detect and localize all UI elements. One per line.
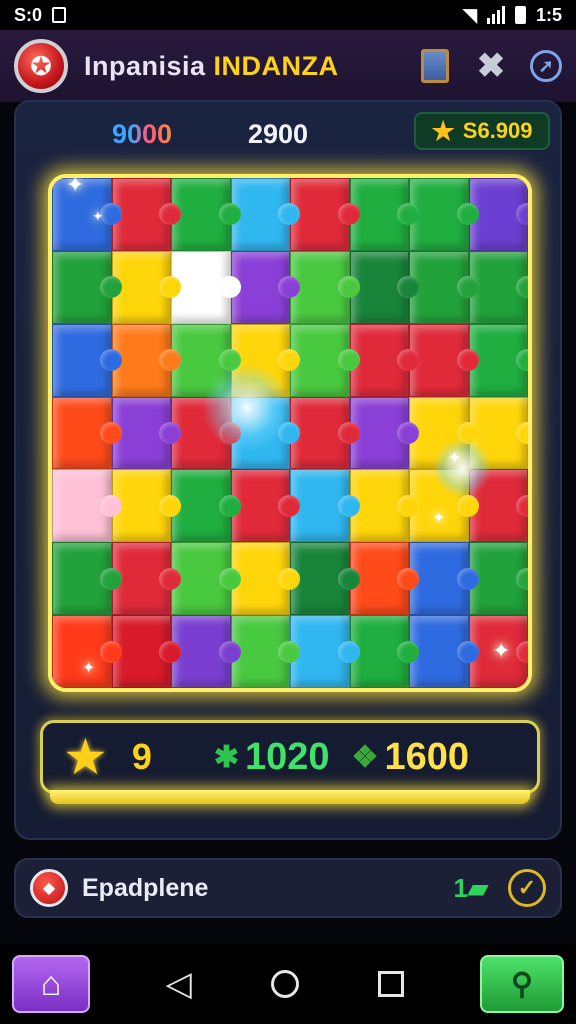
sparkle-icon: ✦ bbox=[432, 510, 446, 527]
puzzle-piece[interactable] bbox=[52, 469, 112, 543]
sparkle-icon: ✦ bbox=[492, 638, 511, 663]
stars-count: 9 bbox=[131, 736, 152, 777]
compass-icon[interactable]: ➚ bbox=[530, 50, 562, 82]
back-icon[interactable]: ◁ bbox=[166, 964, 192, 1004]
glow-effect bbox=[202, 363, 292, 453]
home-button[interactable]: ⌂ bbox=[12, 955, 90, 1013]
sparkle-icon: ✦ bbox=[82, 660, 96, 677]
score-b: 2900 bbox=[248, 118, 309, 149]
puzzle-piece[interactable] bbox=[52, 323, 112, 397]
house-icon: ⌂ bbox=[40, 964, 62, 1003]
search-button[interactable]: ⚲ bbox=[480, 955, 564, 1013]
game-title: Inpanisia INDANZA bbox=[84, 51, 339, 82]
puzzle-grid bbox=[52, 178, 528, 688]
search-icon: ⚲ bbox=[511, 967, 533, 1001]
green-count: 1020 bbox=[245, 735, 330, 778]
star-icon: ★ bbox=[63, 729, 108, 785]
action-label: Epadplene bbox=[82, 873, 209, 902]
profile-badge-icon[interactable]: ✪ bbox=[14, 39, 68, 93]
score-row: 9000 2900 ★ S6.909 bbox=[16, 112, 560, 152]
coin-counter[interactable]: ★ S6.909 bbox=[414, 112, 550, 150]
status-time-left: S:0 bbox=[14, 4, 43, 25]
title-part1: Inpanisia bbox=[84, 50, 206, 81]
puzzle-piece[interactable] bbox=[52, 250, 112, 324]
yellow-count: 1600 bbox=[384, 735, 469, 778]
star-icon: ★ bbox=[431, 115, 455, 146]
check-icon[interactable]: ✓ bbox=[508, 869, 546, 907]
action-bar[interactable]: ◆ Epadplene 1▰ ✓ bbox=[14, 858, 562, 918]
recents-icon[interactable] bbox=[378, 971, 405, 997]
sparkle-icon: ✦ bbox=[92, 208, 104, 224]
action-right: 1▰ ✓ bbox=[454, 869, 546, 907]
status-bar: S:0 ◥ 1:5 bbox=[0, 0, 576, 30]
puzzle-piece[interactable] bbox=[52, 542, 112, 616]
puzzle-board[interactable]: ✦ ✦ ✦ ✦ ✦ ✦ bbox=[48, 174, 532, 692]
header-icons: ✖ ➚ bbox=[418, 47, 562, 85]
wifi-icon: ◥ bbox=[463, 4, 477, 25]
green-stat: ✱ 1020 bbox=[214, 736, 330, 779]
top-header: ✪ Inpanisia INDANZA ✖ ➚ bbox=[0, 30, 576, 102]
status-time-right: 1:5 bbox=[535, 4, 562, 25]
signal-icon bbox=[486, 6, 505, 24]
scroll-icon bbox=[421, 49, 449, 83]
puzzle-count: 1 bbox=[453, 872, 468, 903]
close-icon[interactable]: ✖ bbox=[474, 47, 508, 85]
puzzle-count-icon[interactable]: 1▰ bbox=[454, 873, 488, 904]
tag-icon: ◆ bbox=[30, 869, 68, 907]
title-part2: INDANZA bbox=[213, 50, 339, 81]
bottom-nav: ⌂ ◁ ⚲ bbox=[0, 944, 576, 1024]
stats-underglow bbox=[50, 790, 530, 804]
puzzle-piece[interactable] bbox=[52, 396, 112, 470]
green-puzzle-icon: ✱ bbox=[213, 740, 239, 774]
game-panel: 9000 2900 ★ S6.909 ✦ ✦ ✦ ✦ ✦ ✦ ★ 9 ✱ 102… bbox=[14, 100, 562, 840]
yellow-stat: ❖ 1600 bbox=[352, 736, 469, 779]
coin-value: S6.909 bbox=[462, 118, 533, 143]
scroll-map-button[interactable] bbox=[418, 49, 452, 83]
puzzle-piece-icon: ❖ bbox=[351, 740, 379, 774]
status-right: ◥ 1:5 bbox=[463, 5, 562, 26]
notification-icon bbox=[52, 7, 67, 23]
status-left: S:0 bbox=[14, 4, 67, 26]
stats-bar: ★ 9 ✱ 1020 ❖ 1600 bbox=[40, 720, 540, 794]
score-a: 9000 bbox=[112, 118, 173, 149]
sparkle-icon: ✦ bbox=[66, 174, 85, 197]
system-nav: ◁ bbox=[90, 964, 480, 1004]
home-circle-icon[interactable] bbox=[271, 970, 300, 998]
sparkle-icon: ✦ bbox=[447, 448, 463, 468]
battery-icon bbox=[514, 6, 526, 24]
